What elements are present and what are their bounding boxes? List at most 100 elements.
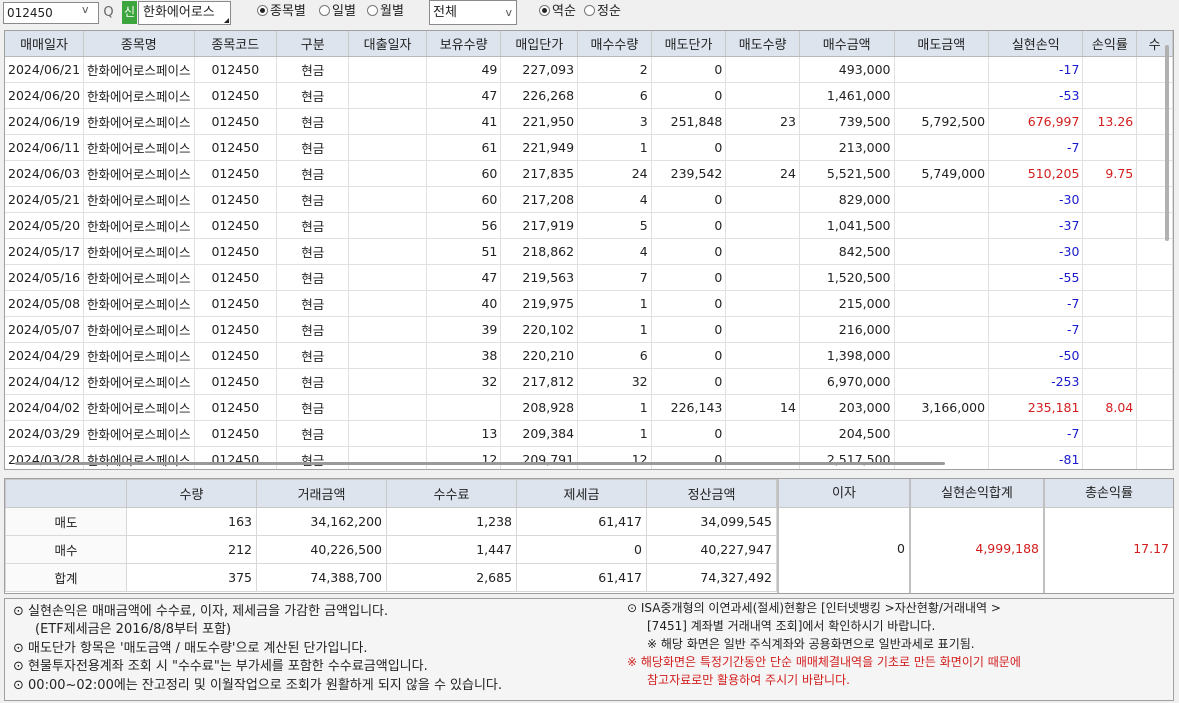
table-cell: 0 bbox=[651, 420, 727, 447]
table-cell: 5,749,000 bbox=[894, 160, 990, 187]
table-row[interactable]: 2024/06/11 한화에어로스페이스 012450 현금 61 221,949 1 0 21… bbox=[5, 134, 1173, 161]
note-left-3: ⊙ 매도단가 항목은 '매도금액 / 매도수량'으로 계산된 단가입니다. bbox=[13, 641, 368, 656]
table-cell: 012450 bbox=[194, 394, 278, 421]
trade-history-grid[interactable]: 매매일자 종목명 종목코드 구분 대출일자 보유수량 매입단가 매수수량 매도단가 매도수량 매수금… bbox=[4, 30, 1174, 470]
table-cell: 2024/06/19 bbox=[5, 108, 85, 135]
table-cell: 217,812 bbox=[500, 368, 579, 395]
table-row[interactable]: 2024/05/16 한화에어로스페이스 012450 현금 47 219,563 7 0 1,… bbox=[5, 264, 1173, 291]
table-cell: 한화에어로스페이스 bbox=[83, 420, 195, 447]
table-row[interactable]: 2024/05/17 한화에어로스페이스 012450 현금 51 218,862 4 0 84… bbox=[5, 238, 1173, 265]
summary-row-label: 매수 bbox=[5, 535, 127, 564]
chevron-down-icon[interactable]: v bbox=[82, 3, 89, 16]
column-header[interactable]: 손익률 bbox=[1082, 31, 1138, 57]
radio-reverse-order[interactable]: 역순 bbox=[539, 4, 576, 20]
table-cell bbox=[348, 342, 427, 369]
radio-by-stock[interactable]: 종목별 bbox=[257, 4, 306, 20]
table-cell bbox=[426, 394, 502, 421]
table-cell: 1 bbox=[577, 420, 652, 447]
vertical-scrollbar[interactable] bbox=[1165, 45, 1169, 241]
table-cell bbox=[894, 186, 990, 213]
column-header[interactable]: 매입단가 bbox=[500, 31, 579, 57]
radio-dot-icon bbox=[584, 5, 595, 16]
table-cell: 한화에어로스페이스 bbox=[83, 186, 195, 213]
table-row[interactable]: 2024/03/29 한화에어로스페이스 012450 현금 13 209,384 1 0 20… bbox=[5, 420, 1173, 447]
note-right-1: ⊙ ISA중개형의 이연과세(절세)현황은 [인터넷뱅킹 >자산현황/거래내역 … bbox=[627, 601, 1001, 615]
table-cell bbox=[1082, 342, 1138, 369]
table-cell bbox=[348, 420, 427, 447]
table-row[interactable]: 2024/05/08 한화에어로스페이스 012450 현금 40 219,975 1 0 21… bbox=[5, 290, 1173, 317]
table-row[interactable]: 2024/06/03 한화에어로스페이스 012450 현금 60 217,835 24 23… bbox=[5, 160, 1173, 187]
table-cell: -37 bbox=[988, 212, 1084, 239]
radio-forward-order[interactable]: 정순 bbox=[584, 4, 621, 20]
column-header[interactable]: 매도수량 bbox=[725, 31, 800, 57]
table-cell bbox=[348, 134, 427, 161]
table-cell: 60 bbox=[426, 186, 502, 213]
column-header[interactable]: 실현손익 bbox=[988, 31, 1084, 57]
table-cell: 220,210 bbox=[500, 342, 579, 369]
table-cell: 012450 bbox=[194, 56, 278, 83]
search-icon[interactable]: Q bbox=[100, 3, 117, 23]
table-cell bbox=[1082, 264, 1138, 291]
table-cell: -253 bbox=[988, 368, 1084, 395]
column-header[interactable]: 종목명 bbox=[83, 31, 195, 57]
horizontal-scrollbar[interactable] bbox=[15, 462, 945, 465]
table-cell bbox=[1082, 316, 1138, 343]
table-cell: 6,970,000 bbox=[799, 368, 895, 395]
table-row[interactable]: 2024/05/20 한화에어로스페이스 012450 현금 56 217,919 5 0 1,… bbox=[5, 212, 1173, 239]
summary-column-header: 수수료 bbox=[386, 479, 517, 508]
table-row[interactable]: 2024/06/20 한화에어로스페이스 012450 현금 47 226,268 6 0 1,… bbox=[5, 82, 1173, 109]
radio-monthly[interactable]: 월별 bbox=[367, 4, 404, 20]
notes-panel: ⊙ 실현손익은 매매금액에 수수료, 이자, 제세금을 가감한 금액입니다. (… bbox=[4, 598, 1174, 701]
table-row[interactable]: 2024/03/28 한화에어로스페이스 012450 현금 12 209,791 12 0 2… bbox=[5, 446, 1173, 469]
table-cell: 12 bbox=[577, 446, 652, 469]
table-row[interactable]: 2024/04/02 한화에어로스페이스 012450 현금 208,928 1 226,1… bbox=[5, 394, 1173, 421]
table-cell: 현금 bbox=[276, 56, 350, 83]
table-row[interactable]: 2024/06/19 한화에어로스페이스 012450 현금 41 221,950 3 251… bbox=[5, 108, 1173, 135]
summary-cell: 34,099,545 bbox=[646, 507, 777, 536]
table-cell: 2024/06/11 bbox=[5, 134, 85, 161]
radio-daily[interactable]: 일별 bbox=[319, 4, 356, 20]
table-row[interactable]: 2024/05/21 한화에어로스페이스 012450 현금 60 217,208 4 0 82… bbox=[5, 186, 1173, 213]
column-header[interactable]: 매수수량 bbox=[577, 31, 652, 57]
column-header[interactable]: 매도금액 bbox=[894, 31, 990, 57]
stock-name-field[interactable]: 한화에어로스 bbox=[138, 1, 231, 25]
table-cell bbox=[725, 446, 800, 469]
table-cell: 012450 bbox=[194, 186, 278, 213]
table-cell: 2,517,500 bbox=[799, 446, 895, 469]
column-header[interactable]: 매도단가 bbox=[651, 31, 727, 57]
table-cell: 1 bbox=[577, 290, 652, 317]
summary-panel: 수량 거래금액 수수료 제세금 정산금액 매도 163 34,162,200 1,238 61,… bbox=[4, 478, 1174, 594]
column-header[interactable]: 매매일자 bbox=[5, 31, 85, 57]
column-header[interactable]: 대출일자 bbox=[348, 31, 427, 57]
table-cell bbox=[894, 342, 990, 369]
table-cell: 0 bbox=[651, 212, 727, 239]
table-cell: 13.26 bbox=[1082, 108, 1138, 135]
table-cell: 2024/06/03 bbox=[5, 160, 85, 187]
table-cell: 2024/06/21 bbox=[5, 56, 85, 83]
table-row[interactable]: 2024/06/21 한화에어로스페이스 012450 현금 49 227,093 2 0 49… bbox=[5, 56, 1173, 83]
table-row[interactable]: 2024/04/12 한화에어로스페이스 012450 현금 32 217,812 32 0 6… bbox=[5, 368, 1173, 395]
column-header[interactable]: 보유수량 bbox=[426, 31, 502, 57]
table-cell: 012450 bbox=[194, 446, 278, 469]
table-cell: 842,500 bbox=[799, 238, 895, 265]
table-cell: 218,862 bbox=[500, 238, 579, 265]
table-row[interactable]: 2024/04/29 한화에어로스페이스 012450 현금 38 220,210 6 0 1,… bbox=[5, 342, 1173, 369]
table-cell: 23 bbox=[725, 108, 800, 135]
table-cell: 5 bbox=[577, 212, 652, 239]
table-cell: 0 bbox=[651, 264, 727, 291]
table-cell bbox=[1082, 368, 1138, 395]
table-row[interactable]: 2024/05/07 한화에어로스페이스 012450 현금 39 220,102 1 0 21… bbox=[5, 316, 1173, 343]
total-rate-value: 17.17 bbox=[1133, 541, 1169, 556]
table-cell: 209,791 bbox=[500, 446, 579, 469]
column-header[interactable]: 매수금액 bbox=[799, 31, 895, 57]
summary-cell: 61,417 bbox=[516, 563, 647, 592]
interest-value: 0 bbox=[897, 541, 905, 556]
column-header[interactable]: 종목코드 bbox=[194, 31, 278, 57]
table-cell bbox=[348, 316, 427, 343]
filter-select[interactable]: 전체 v bbox=[429, 0, 517, 25]
table-cell bbox=[725, 134, 800, 161]
table-cell bbox=[1136, 394, 1173, 421]
interest-box: 이자 0 bbox=[777, 479, 909, 593]
table-cell bbox=[348, 238, 427, 265]
column-header[interactable]: 구분 bbox=[276, 31, 350, 57]
